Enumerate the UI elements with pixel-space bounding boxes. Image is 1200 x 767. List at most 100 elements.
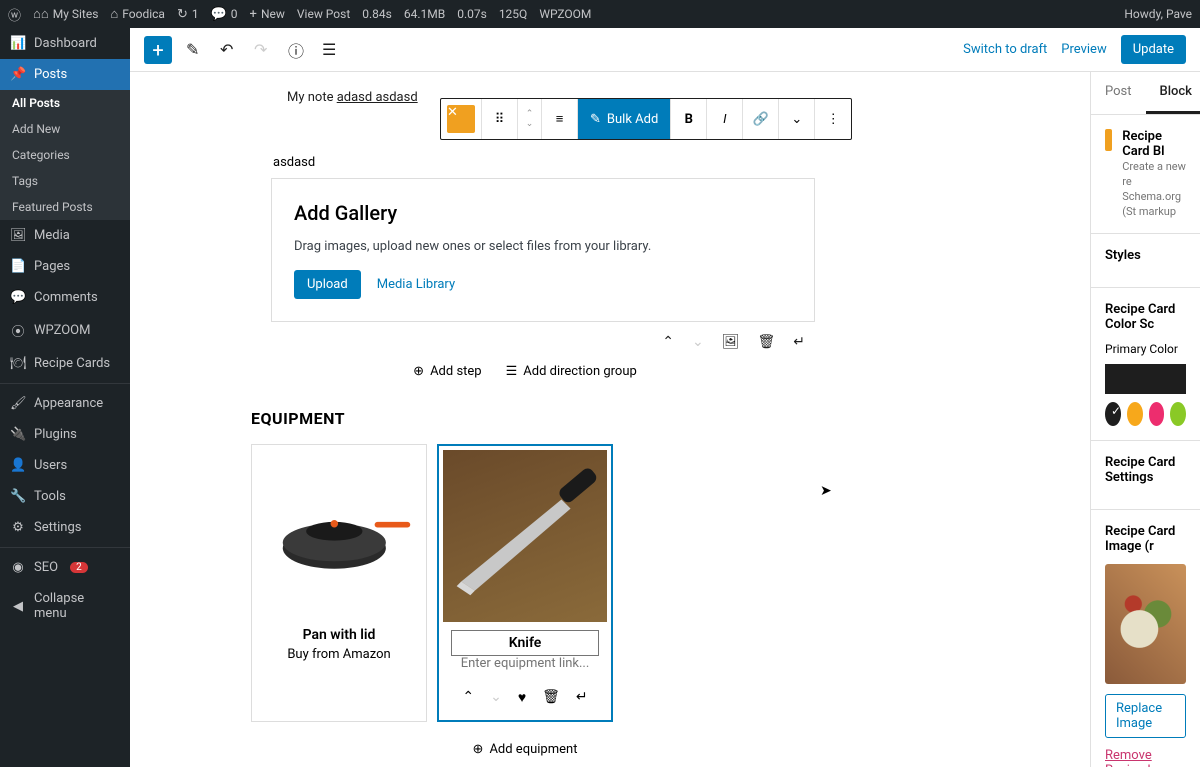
comments-count[interactable]: 💬0 [211,7,238,22]
equipment-card[interactable]: Pan with lid Buy from Amazon [251,444,427,722]
color-swatches [1105,402,1186,426]
admin-sidebar: 📊Dashboard 📌Posts All Posts Add New Cate… [0,28,130,767]
gallery-desc: Drag images, upload new ones or select f… [294,239,792,254]
move-down-icon[interactable]: ⌄ [490,689,502,706]
image-icon[interactable]: 🖼 [722,334,740,350]
color-panel: Recipe Card Color Sc Primary Color [1091,288,1200,441]
heart-icon[interactable]: ♥ [518,689,526,706]
equipment-heading: EQUIPMENT [251,409,815,428]
sidebar-appearance[interactable]: 🖌Appearance [0,388,130,419]
sidebar-collapse[interactable]: ◀Collapse menu [0,583,130,629]
sidebar-tabs: Post Block [1091,72,1200,115]
upload-button[interactable]: Upload [294,270,361,299]
outline-icon[interactable]: ☰ [322,40,342,59]
swatch-green[interactable] [1170,402,1186,426]
block-movers[interactable]: ⌃⌄ [518,99,542,139]
redo-icon[interactable]: ↷ [254,40,274,59]
swatch-orange[interactable] [1127,402,1143,426]
color-scheme-label: Recipe Card Color Sc [1105,302,1186,332]
block-icon [1105,129,1112,151]
undo-icon[interactable]: ↶ [220,40,240,59]
move-down-icon[interactable]: ⌄ [692,334,704,350]
sidebar-posts[interactable]: 📌Posts [0,59,130,90]
plus-circle-icon: ⊕ [413,364,424,379]
sidebar-dashboard[interactable]: 📊Dashboard [0,28,130,59]
my-sites[interactable]: ⌂⌂My Sites [33,6,98,22]
equipment-image [443,450,607,622]
drag-handle-icon[interactable]: ⠿ [482,99,518,139]
primary-color-label: Primary Color [1105,342,1186,356]
sidebar-comments[interactable]: 💬Comments [0,282,130,313]
align-icon[interactable]: ≡ [542,99,578,139]
color-value[interactable] [1105,364,1186,394]
block-tab[interactable]: Block [1146,72,1200,114]
editor-header: + ✎ ↶ ↷ ⓘ ☰ Switch to draft Preview Upda… [130,28,1200,72]
equipment-controls: ⌃ ⌄ ♥ 🗑 ↵ [462,681,587,716]
sidebar-wpzoom[interactable]: ⦿WPZOOM [0,313,130,348]
replace-image-button[interactable]: Replace Image [1105,694,1186,738]
site-name[interactable]: ⌂Foodica [110,6,165,22]
info-icon[interactable]: ⓘ [288,38,308,62]
add-step-button[interactable]: ⊕Add step [413,364,481,379]
styles-panel[interactable]: Styles [1091,234,1200,288]
swatch-pink[interactable] [1149,402,1165,426]
brand[interactable]: WPZOOM [539,7,591,21]
chevron-down-icon[interactable]: ⌄ [779,99,815,139]
post-tab[interactable]: Post [1091,72,1146,114]
remove-image-link[interactable]: Remove Recipe Imag [1105,748,1186,767]
list-icon: ☰ [506,364,518,379]
sidebar-plugins[interactable]: 🔌Plugins [0,419,130,450]
sidebar-users[interactable]: 👤Users [0,450,130,481]
editor: + ✎ ↶ ↷ ⓘ ☰ Switch to draft Preview Upda… [130,28,1200,767]
insert-after-icon[interactable]: ↵ [793,334,805,350]
sidebar-media[interactable]: 🖼Media [0,220,130,251]
wp-logo[interactable]: ⓦ [8,5,21,24]
equipment-link[interactable]: Buy from Amazon [287,647,390,672]
switch-to-draft[interactable]: Switch to draft [963,42,1047,57]
sidebar-seo[interactable]: ◉SEO2 [0,552,130,583]
equipment-image [252,445,426,617]
move-up-icon[interactable]: ⌃ [662,334,674,350]
equipment-name-input[interactable]: Knife [451,630,599,656]
sidebar-tags[interactable]: Tags [0,168,130,194]
sidebar-add-new[interactable]: Add New [0,116,130,142]
move-up-icon[interactable]: ⌃ [462,689,474,706]
sidebar-recipe-cards[interactable]: 🍽Recipe Cards [0,348,130,379]
add-group-button[interactable]: ☰Add direction group [506,364,637,379]
gallery-placeholder: Add Gallery Drag images, upload new ones… [271,178,815,322]
insert-after-icon[interactable]: ↵ [576,689,588,706]
sidebar-featured[interactable]: Featured Posts [0,194,130,220]
bulk-add-button[interactable]: ✎Bulk Add [578,99,671,139]
trash-icon[interactable]: 🗑 [542,689,560,706]
add-equipment-button[interactable]: ⊕Add equipment [473,742,578,757]
update-button[interactable]: Update [1121,35,1186,64]
view-post[interactable]: View Post [297,7,350,21]
swatch-black[interactable] [1105,402,1121,426]
add-block-button[interactable]: + [144,36,172,64]
step-row-controls: ⌃ ⌄ 🖼 🗑 ↵ [235,322,815,358]
block-desc: Create a new re Schema.org (St markup [1122,160,1186,218]
updates[interactable]: ↻1 [177,7,199,22]
link-icon[interactable]: 🔗 [743,99,779,139]
equipment-name: Pan with lid [297,617,382,647]
sidebar-settings[interactable]: ⚙Settings [0,512,130,543]
italic-icon[interactable]: I [707,99,743,139]
equipment-card-selected[interactable]: Knife Enter equipment link... ⌃ ⌄ ♥ 🗑 ↵ [437,444,613,722]
bold-icon[interactable]: B [671,99,707,139]
note-text-2[interactable]: asdasd [235,155,815,170]
more-icon[interactable]: ⋮ [815,99,851,139]
sidebar-pages[interactable]: 📄Pages [0,251,130,282]
sidebar-categories[interactable]: Categories [0,142,130,168]
trash-icon[interactable]: 🗑 [757,334,775,350]
new-content[interactable]: +New [250,7,285,22]
block-type-icon[interactable]: ✕ [441,99,482,139]
sidebar-tools[interactable]: 🔧Tools [0,481,130,512]
admin-bar: ⓦ ⌂⌂My Sites ⌂Foodica ↻1 💬0 +New View Po… [0,0,1200,28]
edit-icon[interactable]: ✎ [186,40,206,59]
settings-panel[interactable]: Recipe Card Settings [1091,441,1200,510]
preview-button[interactable]: Preview [1061,42,1106,57]
equipment-link-input[interactable]: Enter equipment link... [461,656,590,681]
sidebar-all-posts[interactable]: All Posts [0,90,130,116]
howdy[interactable]: Howdy, Pave [1124,7,1192,21]
media-library-button[interactable]: Media Library [377,277,455,292]
